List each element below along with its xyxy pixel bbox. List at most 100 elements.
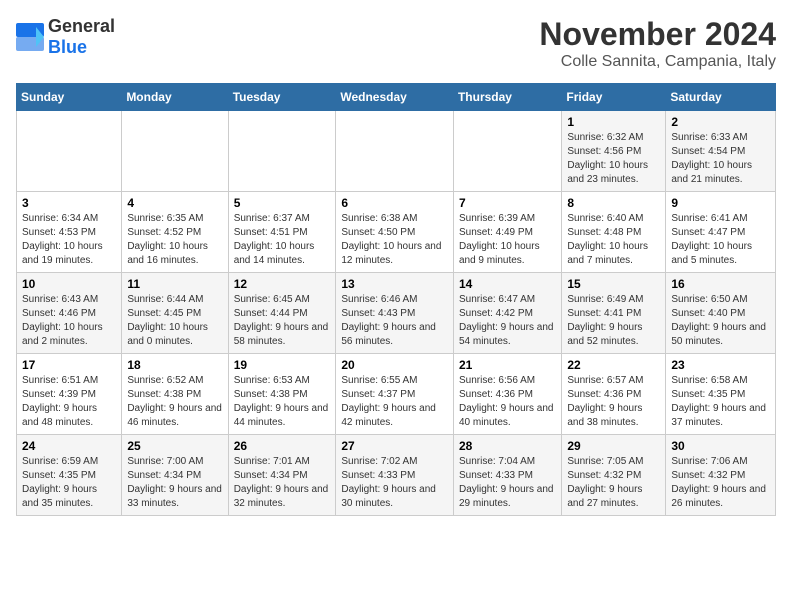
day-info: Sunrise: 6:51 AM Sunset: 4:39 PM Dayligh… xyxy=(22,374,116,430)
day-number: 4 xyxy=(127,196,222,210)
day-number: 6 xyxy=(341,196,448,210)
day-number: 19 xyxy=(234,358,331,372)
week-row-5: 24Sunrise: 6:59 AM Sunset: 4:35 PM Dayli… xyxy=(17,435,776,516)
day-number: 28 xyxy=(459,439,556,453)
calendar-cell: 4 Sunrise: 6:35 AM Sunset: 4:52 PM Daylig… xyxy=(122,192,228,273)
calendar-cell: 13Sunrise: 6:46 AM Sunset: 4:43 PM Dayli… xyxy=(336,273,454,354)
day-info: Sunrise: 6:56 AM Sunset: 4:36 PM Dayligh… xyxy=(459,374,556,430)
day-number: 26 xyxy=(234,439,331,453)
calendar-cell: 12 Sunrise: 6:45 AM Sunset: 4:44 PM Dayli… xyxy=(228,273,336,354)
header: General Blue November 2024 Colle Sannita… xyxy=(16,16,776,71)
calendar-cell: 20 Sunrise: 6:55 AM Sunset: 4:37 PM Dayli… xyxy=(336,354,454,435)
day-info: Sunrise: 6:38 AM Sunset: 4:50 PM Dayligh… xyxy=(341,212,448,268)
day-number: 1 xyxy=(567,115,660,129)
day-info: Sunrise: 6:39 AM Sunset: 4:49 PM Dayligh… xyxy=(459,212,556,268)
header-monday: Monday xyxy=(122,84,228,111)
day-number: 27 xyxy=(341,439,448,453)
day-number: 17 xyxy=(22,358,116,372)
calendar-cell: 25 Sunrise: 7:00 AM Sunset: 4:34 PM Dayli… xyxy=(122,435,228,516)
week-row-3: 10Sunrise: 6:43 AM Sunset: 4:46 PM Dayli… xyxy=(17,273,776,354)
day-info: Sunrise: 6:52 AM Sunset: 4:38 PM Dayligh… xyxy=(127,374,222,430)
day-info: Sunrise: 6:55 AM Sunset: 4:37 PM Dayligh… xyxy=(341,374,448,430)
week-row-4: 17 Sunrise: 6:51 AM Sunset: 4:39 PM Dayli… xyxy=(17,354,776,435)
logo-blue: Blue xyxy=(48,37,87,57)
calendar-cell: 1 Sunrise: 6:32 AM Sunset: 4:56 PM Daylig… xyxy=(562,111,666,192)
day-number: 3 xyxy=(22,196,116,210)
header-sunday: Sunday xyxy=(17,84,122,111)
day-number: 12 xyxy=(234,277,331,291)
calendar-cell xyxy=(228,111,336,192)
header-friday: Friday xyxy=(562,84,666,111)
calendar-cell: 14Sunrise: 6:47 AM Sunset: 4:42 PM Dayli… xyxy=(453,273,561,354)
calendar-table: SundayMondayTuesdayWednesdayThursdayFrid… xyxy=(16,83,776,516)
day-number: 14 xyxy=(459,277,556,291)
calendar-cell: 3 Sunrise: 6:34 AM Sunset: 4:53 PM Daylig… xyxy=(17,192,122,273)
day-number: 30 xyxy=(671,439,770,453)
calendar-cell: 18 Sunrise: 6:52 AM Sunset: 4:38 PM Dayli… xyxy=(122,354,228,435)
day-info: Sunrise: 6:32 AM Sunset: 4:56 PM Dayligh… xyxy=(567,131,660,187)
logo-general: General xyxy=(48,16,115,36)
day-number: 25 xyxy=(127,439,222,453)
day-number: 20 xyxy=(341,358,448,372)
day-number: 8 xyxy=(567,196,660,210)
calendar-cell xyxy=(17,111,122,192)
day-info: Sunrise: 6:40 AM Sunset: 4:48 PM Dayligh… xyxy=(567,212,660,268)
day-info: Sunrise: 6:45 AM Sunset: 4:44 PM Dayligh… xyxy=(234,293,331,349)
calendar-cell: 21 Sunrise: 6:56 AM Sunset: 4:36 PM Dayli… xyxy=(453,354,561,435)
day-info: Sunrise: 6:58 AM Sunset: 4:35 PM Dayligh… xyxy=(671,374,770,430)
day-info: Sunrise: 7:01 AM Sunset: 4:34 PM Dayligh… xyxy=(234,455,331,511)
day-number: 21 xyxy=(459,358,556,372)
calendar-cell: 8 Sunrise: 6:40 AM Sunset: 4:48 PM Daylig… xyxy=(562,192,666,273)
day-info: Sunrise: 7:06 AM Sunset: 4:32 PM Dayligh… xyxy=(671,455,770,511)
day-info: Sunrise: 6:53 AM Sunset: 4:38 PM Dayligh… xyxy=(234,374,331,430)
calendar-cell: 11 Sunrise: 6:44 AM Sunset: 4:45 PM Dayli… xyxy=(122,273,228,354)
calendar-cell: 29 Sunrise: 7:05 AM Sunset: 4:32 PM Dayli… xyxy=(562,435,666,516)
calendar-cell: 16Sunrise: 6:50 AM Sunset: 4:40 PM Dayli… xyxy=(666,273,776,354)
day-number: 7 xyxy=(459,196,556,210)
day-number: 29 xyxy=(567,439,660,453)
logo-text: General Blue xyxy=(48,16,115,58)
day-number: 9 xyxy=(671,196,770,210)
day-number: 2 xyxy=(671,115,770,129)
calendar-cell: 5Sunrise: 6:37 AM Sunset: 4:51 PM Daylig… xyxy=(228,192,336,273)
title-section: November 2024 Colle Sannita, Campania, I… xyxy=(539,16,776,71)
calendar-cell: 9 Sunrise: 6:41 AM Sunset: 4:47 PM Daylig… xyxy=(666,192,776,273)
day-info: Sunrise: 6:49 AM Sunset: 4:41 PM Dayligh… xyxy=(567,293,660,349)
header-wednesday: Wednesday xyxy=(336,84,454,111)
subtitle: Colle Sannita, Campania, Italy xyxy=(539,53,776,71)
day-info: Sunrise: 6:44 AM Sunset: 4:45 PM Dayligh… xyxy=(127,293,222,349)
day-number: 11 xyxy=(127,277,222,291)
calendar-cell: 28 Sunrise: 7:04 AM Sunset: 4:33 PM Dayli… xyxy=(453,435,561,516)
calendar-cell: 26 Sunrise: 7:01 AM Sunset: 4:34 PM Dayli… xyxy=(228,435,336,516)
calendar-cell: 15 Sunrise: 6:49 AM Sunset: 4:41 PM Dayli… xyxy=(562,273,666,354)
header-saturday: Saturday xyxy=(666,84,776,111)
calendar-cell: 10Sunrise: 6:43 AM Sunset: 4:46 PM Dayli… xyxy=(17,273,122,354)
day-info: Sunrise: 6:41 AM Sunset: 4:47 PM Dayligh… xyxy=(671,212,770,268)
calendar-cell: 27 Sunrise: 7:02 AM Sunset: 4:33 PM Dayli… xyxy=(336,435,454,516)
day-number: 5 xyxy=(234,196,331,210)
day-info: Sunrise: 6:34 AM Sunset: 4:53 PM Dayligh… xyxy=(22,212,116,268)
day-number: 18 xyxy=(127,358,222,372)
calendar-cell: 22Sunrise: 6:57 AM Sunset: 4:36 PM Dayli… xyxy=(562,354,666,435)
logo-icon xyxy=(16,23,44,51)
header-tuesday: Tuesday xyxy=(228,84,336,111)
day-info: Sunrise: 7:05 AM Sunset: 4:32 PM Dayligh… xyxy=(567,455,660,511)
day-info: Sunrise: 7:04 AM Sunset: 4:33 PM Dayligh… xyxy=(459,455,556,511)
calendar-cell: 2Sunrise: 6:33 AM Sunset: 4:54 PM Daylig… xyxy=(666,111,776,192)
day-number: 24 xyxy=(22,439,116,453)
day-info: Sunrise: 6:57 AM Sunset: 4:36 PM Dayligh… xyxy=(567,374,660,430)
calendar-cell: 17 Sunrise: 6:51 AM Sunset: 4:39 PM Dayli… xyxy=(17,354,122,435)
day-info: Sunrise: 6:35 AM Sunset: 4:52 PM Dayligh… xyxy=(127,212,222,268)
day-info: Sunrise: 7:00 AM Sunset: 4:34 PM Dayligh… xyxy=(127,455,222,511)
day-info: Sunrise: 6:50 AM Sunset: 4:40 PM Dayligh… xyxy=(671,293,770,349)
calendar-cell: 6 Sunrise: 6:38 AM Sunset: 4:50 PM Daylig… xyxy=(336,192,454,273)
calendar-cell: 19 Sunrise: 6:53 AM Sunset: 4:38 PM Dayli… xyxy=(228,354,336,435)
header-thursday: Thursday xyxy=(453,84,561,111)
day-info: Sunrise: 7:02 AM Sunset: 4:33 PM Dayligh… xyxy=(341,455,448,511)
calendar-cell: 24Sunrise: 6:59 AM Sunset: 4:35 PM Dayli… xyxy=(17,435,122,516)
calendar-header-row: SundayMondayTuesdayWednesdayThursdayFrid… xyxy=(17,84,776,111)
calendar-cell: 23Sunrise: 6:58 AM Sunset: 4:35 PM Dayli… xyxy=(666,354,776,435)
day-number: 15 xyxy=(567,277,660,291)
calendar-cell: 7 Sunrise: 6:39 AM Sunset: 4:49 PM Daylig… xyxy=(453,192,561,273)
calendar-cell xyxy=(453,111,561,192)
